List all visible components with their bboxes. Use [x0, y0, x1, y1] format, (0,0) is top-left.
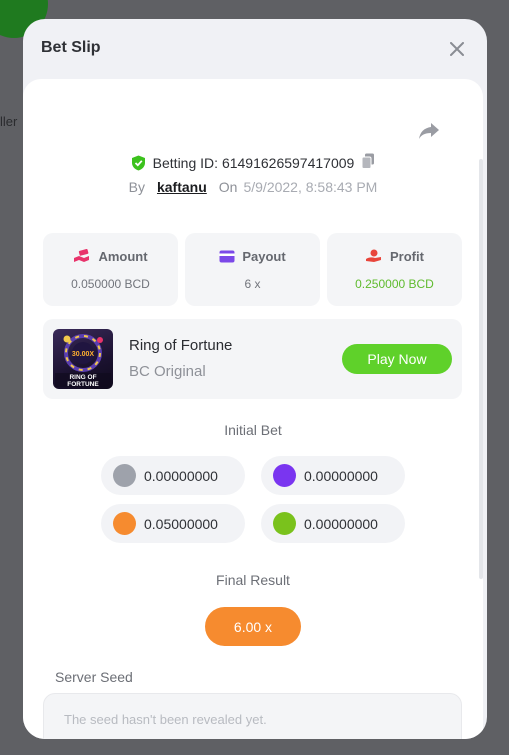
stats-row: Amount 0.050000 BCD Payout 6 x Profit 0.… [43, 233, 462, 306]
coin-icon [273, 464, 296, 487]
stat-payout-label: Payout [242, 248, 286, 264]
shield-check-icon [131, 155, 145, 170]
bet-date: 5/9/2022, 8:58:43 PM [243, 179, 378, 195]
coin-value: 0.05000000 [144, 515, 218, 532]
profit-hand-icon [366, 249, 382, 262]
by-label: By [128, 179, 145, 195]
stat-amount: Amount 0.050000 BCD [43, 233, 178, 306]
stat-profit-label: Profit [390, 248, 424, 264]
game-name[interactable]: Ring of Fortune [129, 337, 232, 354]
copy-icon [361, 153, 375, 169]
coin-pill: 0.00000000 [261, 504, 405, 543]
coin-pill: 0.05000000 [101, 504, 245, 543]
svg-text:RING OF: RING OF [69, 374, 96, 381]
background-partial-text: ller [0, 114, 18, 129]
game-subtitle: BC Original [129, 363, 206, 380]
stat-profit-value: 0.250000 BCD [355, 276, 434, 291]
close-icon [450, 42, 464, 56]
stat-amount-value: 0.050000 BCD [71, 276, 150, 291]
initial-bet-title: Initial Bet [224, 422, 282, 438]
coin-value: 0.00000000 [304, 467, 378, 484]
coin-pill: 0.00000000 [261, 456, 405, 495]
close-button[interactable] [445, 37, 469, 61]
svg-text:FORTUNE: FORTUNE [67, 381, 99, 388]
copy-button[interactable] [361, 153, 375, 172]
game-card: 30.00X RING OF FORTUNE Ring of Fortune B… [43, 319, 462, 399]
initial-bet-coins: 0.00000000 0.00000000 0.05000000 0.00000… [101, 456, 405, 543]
betting-id-row: Betting ID: 61491626597417009 [23, 153, 483, 172]
coin-icon [113, 512, 136, 535]
credit-card-icon [219, 250, 235, 262]
bet-slip-content: Betting ID: 61491626597417009 By kaftanu… [23, 79, 483, 739]
scrollbar[interactable] [479, 159, 483, 579]
coin-value: 0.00000000 [144, 467, 218, 484]
stat-profit: Profit 0.250000 BCD [327, 233, 462, 306]
game-thumbnail[interactable]: 30.00X RING OF FORTUNE [53, 329, 113, 389]
svg-text:30.00X: 30.00X [72, 351, 95, 358]
bet-slip-modal: Bet Slip Betting ID: 61491626597417009 B… [23, 19, 487, 739]
betting-id-text: Betting ID: 61491626597417009 [152, 154, 355, 171]
server-seed-field[interactable]: The seed hasn't been revealed yet. [43, 693, 462, 739]
bet-meta-row: By kaftanu On 5/9/2022, 8:58:43 PM [23, 179, 483, 195]
stat-payout-value: 6 x [244, 276, 261, 291]
share-button[interactable] [418, 121, 440, 141]
modal-title: Bet Slip [41, 39, 101, 56]
stat-payout: Payout 6 x [185, 233, 320, 306]
username-link[interactable]: kaftanu [157, 179, 207, 195]
money-hand-icon [74, 249, 90, 262]
share-icon [419, 123, 439, 139]
stat-amount-label: Amount [98, 248, 148, 264]
coin-value: 0.00000000 [304, 515, 378, 532]
ring-of-fortune-image: 30.00X RING OF FORTUNE [55, 334, 111, 388]
play-now-button[interactable]: Play Now [342, 344, 452, 374]
coin-icon [113, 464, 136, 487]
on-label: On [218, 179, 238, 195]
server-seed-label: Server Seed [55, 669, 133, 685]
coin-pill: 0.00000000 [101, 456, 245, 495]
coin-icon [273, 512, 296, 535]
final-result-badge: 6.00 x [205, 607, 301, 646]
final-result-title: Final Result [216, 572, 290, 588]
